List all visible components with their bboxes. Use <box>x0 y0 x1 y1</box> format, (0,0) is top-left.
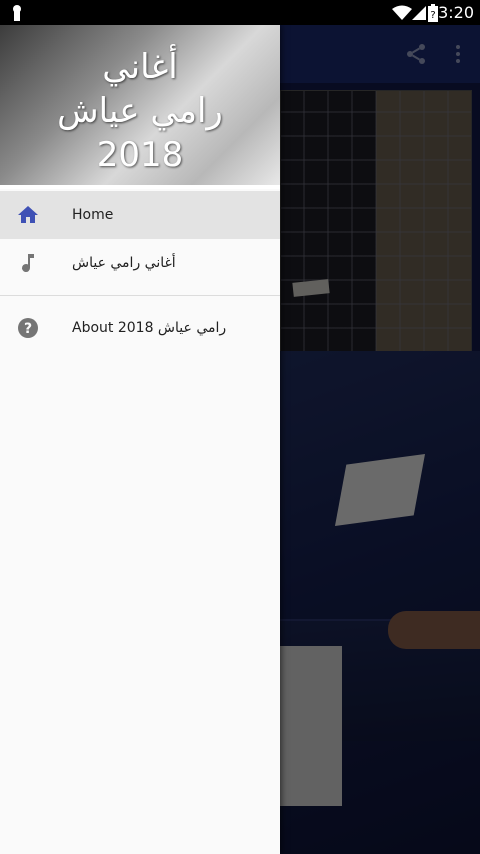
drawer-title-line: 2018 <box>96 135 184 175</box>
menu-item-label: About رامي عياش 2018 <box>72 320 227 336</box>
wifi-icon <box>392 5 412 20</box>
drawer-menu: Home أغاني رامي عياش ? About رامي عياش 2… <box>0 191 280 352</box>
home-icon <box>18 206 38 223</box>
menu-item-label: أغاني رامي عياش <box>72 255 176 271</box>
drawer-title: أغاني رامي عياش 2018 <box>0 45 280 177</box>
menu-item-home[interactable]: Home <box>0 191 280 239</box>
drawer-header: أغاني رامي عياش 2018 <box>0 25 280 189</box>
navigation-drawer: أغاني رامي عياش 2018 Home أغاني رامي عيا… <box>0 25 280 854</box>
drawer-title-line: رامي عياش <box>57 91 223 131</box>
signal-icon <box>412 6 426 20</box>
help-icon: ? <box>18 318 38 338</box>
status-bar: ? 3:20 <box>0 0 480 25</box>
lock-icon <box>13 5 21 21</box>
drawer-title-line: أغاني <box>102 47 178 87</box>
menu-item-label: Home <box>72 207 114 223</box>
svg-text:?: ? <box>430 10 435 21</box>
clock: 3:20 <box>438 3 474 22</box>
music-note-icon <box>22 254 34 273</box>
menu-item-songs[interactable]: أغاني رامي عياش <box>0 239 280 287</box>
menu-divider <box>0 295 280 296</box>
battery-icon: ? <box>428 4 438 22</box>
menu-item-about[interactable]: ? About رامي عياش 2018 <box>0 304 280 352</box>
svg-text:?: ? <box>24 321 32 337</box>
